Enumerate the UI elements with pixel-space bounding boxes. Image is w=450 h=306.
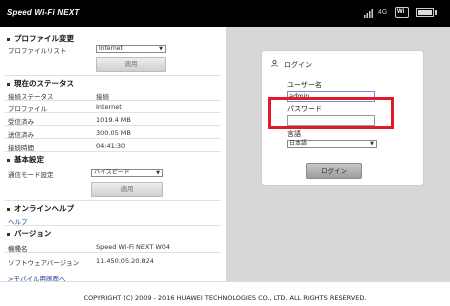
language-label: 言語 <box>287 130 301 138</box>
divider <box>5 252 221 253</box>
password-highlight-box <box>268 97 394 129</box>
divider <box>5 75 221 76</box>
divider <box>5 125 221 126</box>
mode-select[interactable]: ハイスピード ▼ <box>91 169 163 177</box>
section-basic-settings: 基本設定 <box>7 154 44 165</box>
language-select[interactable]: 日本語 ▼ <box>287 140 377 148</box>
section-online-help: オンラインヘルプ <box>7 203 74 214</box>
profile-apply-button[interactable]: 適用 <box>96 57 166 72</box>
battery-icon <box>416 8 434 17</box>
status-value: 300.05 MB <box>96 129 131 137</box>
copyright-text: COPYRIGHT (C) 2009 - 2016 HUAWEI TECHNOL… <box>83 294 367 302</box>
wifi-label: Wi <box>397 9 405 15</box>
footer: COPYRIGHT (C) 2009 - 2016 HUAWEI TECHNOL… <box>0 281 450 306</box>
top-bar: Speed Wi-Fi NEXT 4G Wi <box>0 0 450 27</box>
section-version: バージョン <box>7 228 51 239</box>
profile-list-select[interactable]: Internet ▼ <box>96 45 166 53</box>
dropdown-arrow-icon: ▼ <box>159 46 163 52</box>
dropdown-arrow-icon: ▼ <box>156 170 160 176</box>
login-button[interactable]: ログイン <box>306 163 362 179</box>
section-profile-change: プロファイル変更 <box>7 33 74 44</box>
version-value: 11.450.05.20.824 <box>96 257 154 265</box>
divider <box>5 100 221 101</box>
sidebar: プロファイル変更 プロファイルリスト Internet ▼ 適用 現在のステータス… <box>0 27 226 283</box>
divider <box>5 138 221 139</box>
divider <box>5 112 221 113</box>
user-icon <box>271 60 278 67</box>
divider <box>5 200 221 201</box>
version-value: Speed Wi-Fi NEXT W04 <box>96 243 171 251</box>
profile-list-label: プロファイルリスト <box>8 47 67 55</box>
username-label: ユーザー名 <box>287 81 322 89</box>
mode-label: 通信モード設定 <box>8 171 54 179</box>
mode-apply-button[interactable]: 適用 <box>91 182 163 197</box>
divider <box>5 225 221 226</box>
status-value: 1019.4 MB <box>96 116 131 124</box>
dropdown-arrow-icon: ▼ <box>370 141 374 147</box>
status-value: Internet <box>96 103 122 111</box>
login-title: ログイン <box>284 61 312 69</box>
login-panel-background: ログイン ユーザー名 admin パスワード 言語 日本語 ▼ ログイン <box>226 27 450 281</box>
section-status: 現在のステータス <box>7 78 74 89</box>
status-value: 04:41:30 <box>96 142 126 150</box>
signal-bars-icon <box>364 9 373 18</box>
battery-tip <box>435 10 437 15</box>
network-type-label: 4G <box>378 9 388 16</box>
brand-logo: Speed Wi-Fi NEXT <box>7 8 80 17</box>
version-label: ソフトウェアバージョン <box>8 259 80 267</box>
divider <box>5 151 221 152</box>
